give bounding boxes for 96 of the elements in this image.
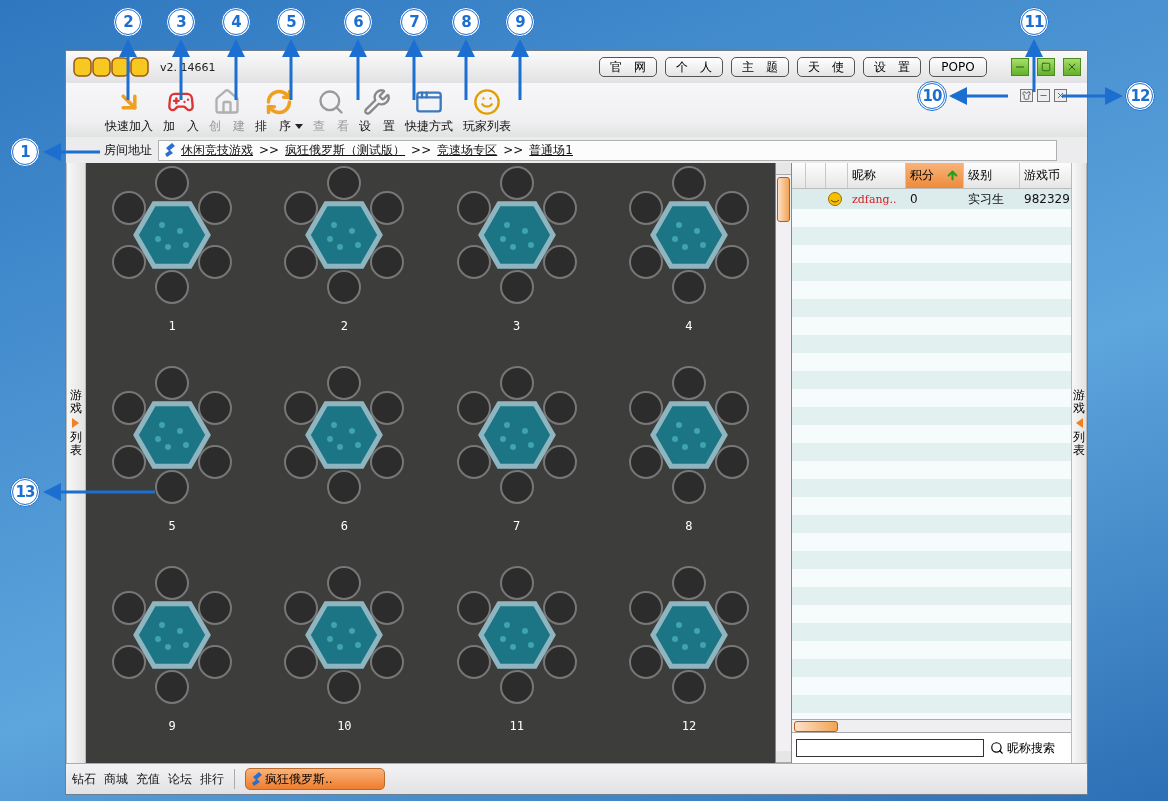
vertical-scrollbar[interactable] (775, 163, 791, 763)
smiley-icon (826, 192, 844, 206)
close-icon (1056, 91, 1065, 100)
callout-arrow (1062, 87, 1123, 105)
callout-arrow (43, 143, 100, 161)
callout-number: 6 (343, 7, 373, 37)
table-number: 1 (168, 319, 176, 333)
table-cell-text: 实习生 (967, 190, 1005, 208)
caret-icon (72, 418, 80, 428)
table-cell-text: 0 (909, 192, 919, 206)
table-number: 5 (168, 519, 176, 533)
close-button[interactable] (1063, 58, 1081, 76)
toolbar-button[interactable]: 排 序 (254, 88, 304, 135)
callout-arrow (282, 39, 300, 100)
callout-arrow (949, 87, 1008, 105)
restore-button[interactable] (1037, 58, 1055, 76)
close-icon (1066, 61, 1078, 73)
footer-link[interactable]: 论坛 (168, 770, 192, 788)
breadcrumb-link[interactable]: 疯狂俄罗斯（测试版） (285, 141, 406, 159)
caret-icon (1075, 418, 1083, 428)
table-number: 7 (513, 519, 521, 533)
table-cell-text: 982329 (1023, 192, 1071, 206)
menu-button[interactable]: 天 使 (797, 57, 855, 77)
footer-link[interactable]: 充值 (136, 770, 160, 788)
table-number: 11 (509, 719, 524, 733)
toolbar-button[interactable]: 玩家列表 (462, 88, 512, 135)
game-list-toggle[interactable]: 游戏 列表 (66, 163, 86, 763)
toolbar-button[interactable]: 加 入 (162, 88, 200, 135)
column-header[interactable]: 积分 (906, 163, 964, 188)
toolbar-button[interactable]: 快捷方式 (404, 88, 454, 135)
callout-arrow (511, 39, 529, 100)
table-number: 4 (685, 319, 693, 333)
column-header[interactable]: 级别 (964, 163, 1020, 188)
search-icon (317, 88, 345, 116)
callout-arrow (405, 39, 423, 100)
search-icon (990, 741, 1004, 755)
callout-number: 13 (10, 477, 40, 507)
callout-number: 7 (399, 7, 429, 37)
callout-arrow (349, 39, 367, 100)
menu-button[interactable]: 主 题 (731, 57, 789, 77)
table-number: 6 (340, 519, 348, 533)
callout-number: 4 (221, 7, 251, 37)
breadcrumb-link[interactable]: 休闲竞技游戏 (181, 141, 253, 159)
callout-number: 12 (1125, 81, 1155, 111)
callout-number: 9 (505, 7, 535, 37)
game-icon (252, 772, 262, 786)
menu-button[interactable]: 官 网 (599, 57, 657, 77)
table-number: 10 (337, 719, 352, 733)
table-cell-text: zdfang.. (851, 192, 898, 206)
minimize-button[interactable] (1011, 58, 1029, 76)
callout-arrow (1025, 39, 1043, 92)
table-number: 2 (340, 319, 348, 333)
footer-link[interactable]: 钻石 (72, 770, 96, 788)
sort-arrow-icon (946, 169, 959, 182)
caret-icon (295, 124, 303, 129)
callout-number: 5 (276, 7, 306, 37)
breadcrumb-separator: >> (411, 143, 432, 157)
house-icon (213, 88, 241, 116)
breadcrumb-separator: >> (503, 143, 524, 157)
callout-number: 8 (451, 7, 481, 37)
game-icon (165, 143, 175, 157)
table-number: 9 (168, 719, 176, 733)
breadcrumb-separator: >> (259, 143, 280, 157)
smiley-icon (473, 88, 501, 116)
callout-number: 11 (1019, 7, 1049, 37)
restore-icon (1041, 62, 1051, 72)
menu-button[interactable]: POPO (929, 57, 987, 77)
refresh-icon (265, 88, 293, 116)
footer-link[interactable]: 商城 (104, 770, 128, 788)
breadcrumb-link[interactable]: 竞速场专区 (437, 141, 498, 159)
version-text: v2. 14661 (160, 60, 216, 74)
search-button[interactable]: 昵称搜索 (990, 739, 1055, 757)
callout-arrow (119, 39, 137, 100)
breadcrumb-link[interactable]: 普通场1 (529, 141, 573, 159)
callout-number: 2 (113, 7, 143, 37)
table-number: 12 (681, 719, 697, 733)
table-number: 8 (685, 519, 693, 533)
table-number: 3 (513, 319, 521, 333)
game-tab[interactable]: 疯狂俄罗斯.. (245, 768, 385, 790)
toolbar-button[interactable]: 设 置 (358, 88, 396, 135)
minimize-button[interactable] (1037, 89, 1050, 102)
address-label: 房间地址 (104, 141, 152, 159)
toolbar-button[interactable]: 快速加入 (104, 88, 154, 135)
skin-button[interactable] (1020, 89, 1033, 102)
callout-arrow (227, 39, 245, 100)
callout-number: 3 (166, 7, 196, 37)
wrench-icon (363, 88, 391, 116)
menu-button[interactable]: 个 人 (665, 57, 723, 77)
footer-link[interactable]: 排行 (200, 770, 224, 788)
menu-button[interactable]: 设 置 (863, 57, 921, 77)
shirt-icon (1022, 91, 1031, 100)
game-list-toggle[interactable]: 游戏 列表 (1071, 163, 1087, 763)
horizontal-scrollbar[interactable] (792, 719, 1071, 733)
search-field[interactable] (796, 739, 984, 757)
callout-arrow (457, 39, 475, 100)
callout-number: 1 (10, 137, 40, 167)
